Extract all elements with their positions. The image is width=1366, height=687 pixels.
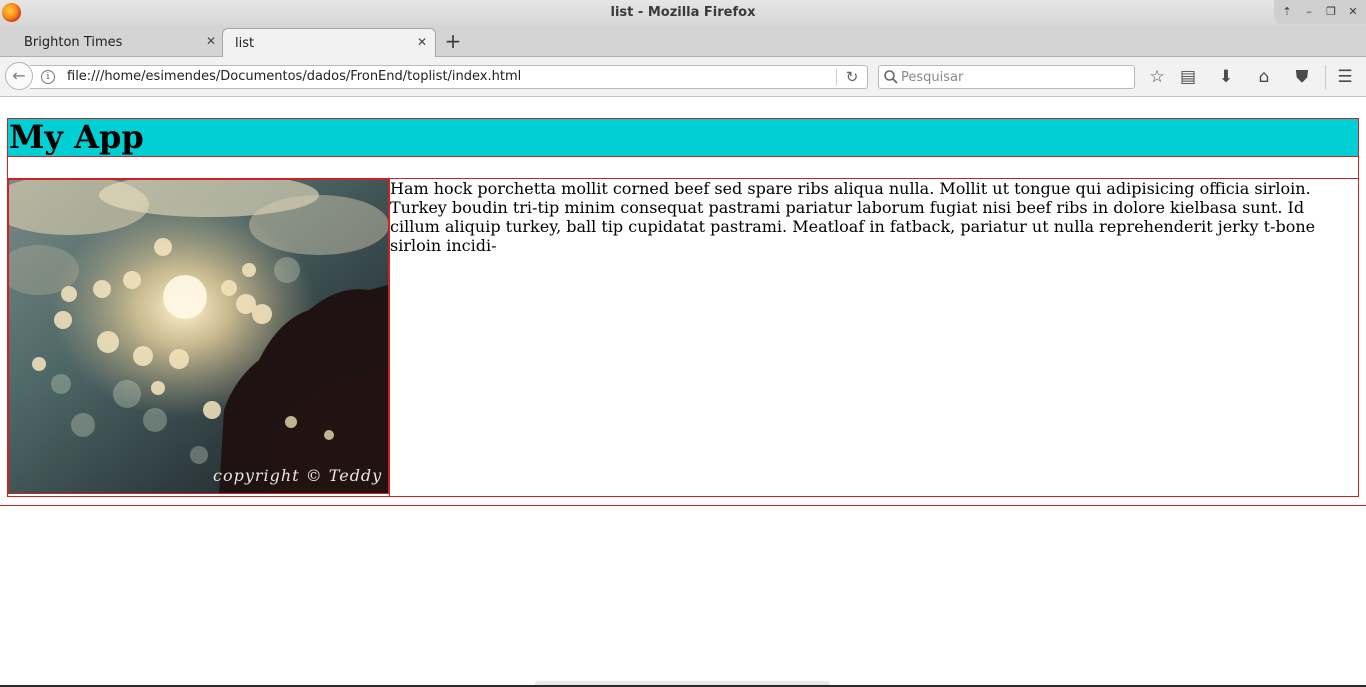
photo-copyright-caption: copyright © Teddy K: [213, 466, 389, 485]
home-icon[interactable]: ⌂: [1253, 66, 1275, 88]
search-icon: [884, 70, 898, 84]
window-title-bar: list - Mozilla Firefox ⇡ – ❐ ✕: [0, 0, 1366, 26]
pocket-icon[interactable]: ⛊: [1291, 66, 1313, 88]
tab-label: Brighton Times: [24, 35, 123, 50]
tab-list[interactable]: list ✕: [222, 28, 436, 57]
window-controls: ⇡ – ❐ ✕: [1274, 0, 1366, 24]
toolbar-separator: [1325, 65, 1326, 89]
spacer-row: [8, 157, 1358, 179]
tab-close-icon[interactable]: ✕: [415, 35, 429, 49]
bookmark-star-icon[interactable]: ☆: [1146, 66, 1168, 88]
image-cell: copyright © Teddy K: [8, 179, 390, 496]
tab-label: list: [235, 36, 255, 51]
url-text[interactable]: file:///home/esimendes/Documentos/dados/…: [67, 69, 521, 84]
bokeh-photo: copyright © Teddy K: [8, 179, 389, 494]
bottom-rule: [0, 505, 1366, 506]
app-header: My App: [8, 118, 1358, 157]
search-bar[interactable]: [878, 65, 1135, 89]
url-divider: [836, 69, 837, 86]
page-content: My App copyright © Teddy K Ham hock porc…: [0, 97, 1366, 687]
reading-list-icon[interactable]: ▤: [1177, 66, 1199, 88]
site-info-icon[interactable]: i: [41, 70, 55, 84]
url-bar[interactable]: i file:///home/esimendes/Documentos/dado…: [30, 65, 868, 89]
search-input[interactable]: [901, 68, 1126, 86]
window-close-button[interactable]: ✕: [1344, 3, 1362, 21]
download-icon[interactable]: ⬇: [1215, 66, 1237, 88]
page-title: My App: [9, 118, 144, 156]
tab-strip: Brighton Times ✕ list ✕ +: [0, 26, 1366, 57]
window-up-button[interactable]: ⇡: [1278, 3, 1296, 21]
body-paragraph: Ham hock porchetta mollit corned beef se…: [390, 179, 1316, 255]
window-restore-button[interactable]: ❐: [1322, 3, 1340, 21]
navigation-bar: i file:///home/esimendes/Documentos/dado…: [0, 57, 1366, 97]
text-cell: Ham hock porchetta mollit corned beef se…: [390, 179, 1358, 496]
tab-close-icon[interactable]: ✕: [204, 34, 218, 48]
reload-icon[interactable]: ↻: [843, 68, 861, 86]
layout-table: My App copyright © Teddy K Ham hock porc…: [7, 118, 1359, 497]
window-minimize-button[interactable]: –: [1300, 3, 1318, 21]
window-title: list - Mozilla Firefox: [610, 5, 756, 20]
back-button[interactable]: ←: [5, 62, 33, 90]
tab-brighton-times[interactable]: Brighton Times ✕: [12, 28, 224, 57]
new-tab-button[interactable]: +: [443, 30, 463, 52]
menu-icon[interactable]: ☰: [1334, 66, 1356, 88]
